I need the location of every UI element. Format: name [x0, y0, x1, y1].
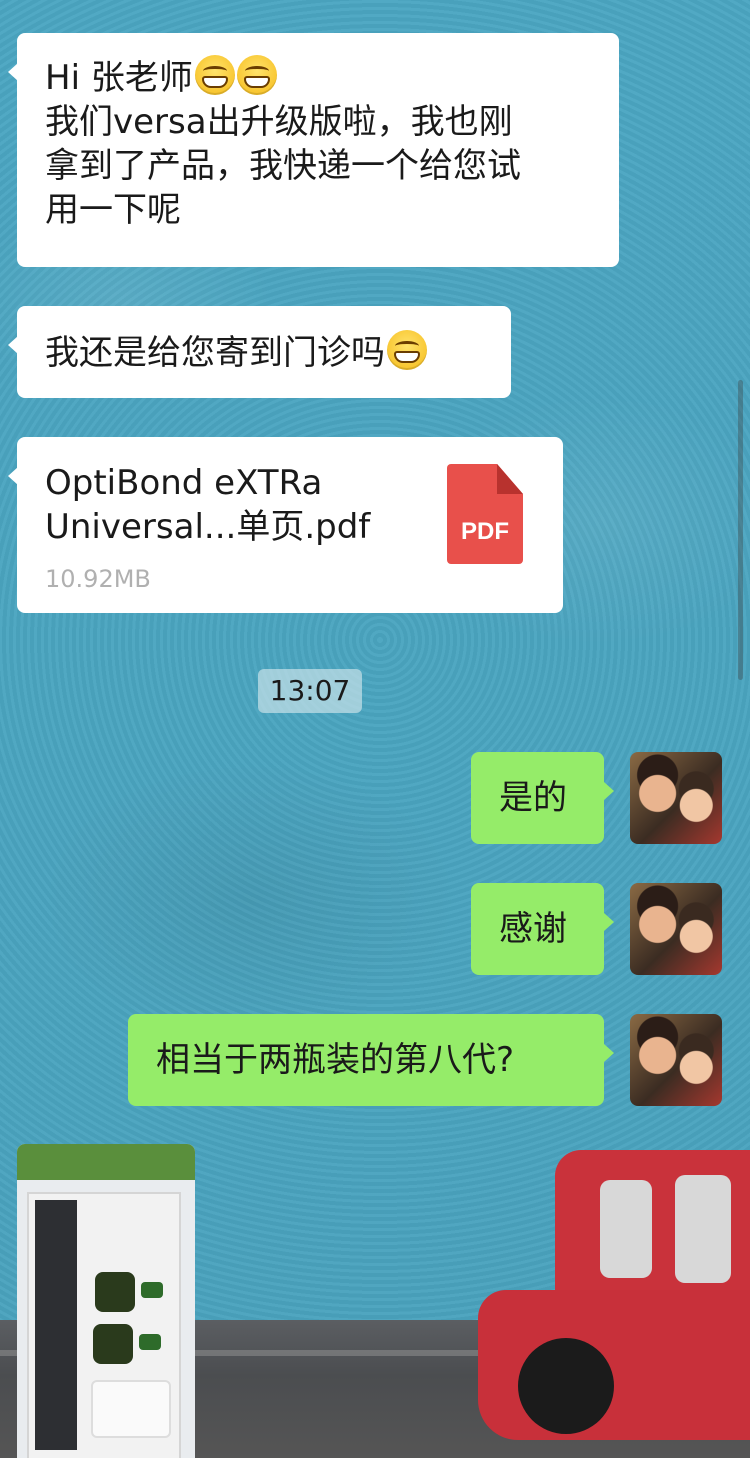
message-bubble-outgoing[interactable]: 相当于两瓶装的第八代?	[128, 1014, 614, 1106]
background-car-body	[478, 1290, 750, 1440]
photo-detail	[93, 1324, 133, 1364]
message-text-line: 拿到了产品，我快递一个给您试	[45, 146, 521, 186]
message-bubble-incoming[interactable]: Hi 张老师 我们versa出升级版啦，我也刚 拿到了产品，我快递一个给您试 用…	[8, 33, 619, 267]
message-bubble-outgoing[interactable]: 感谢	[471, 883, 614, 975]
image-message[interactable]	[17, 1144, 195, 1458]
photo-detail	[91, 1380, 171, 1438]
grin-emoji-icon	[387, 330, 427, 370]
photo-detail	[35, 1200, 77, 1450]
background-car-window	[675, 1175, 731, 1283]
message-bubble-incoming[interactable]: 我还是给您寄到门诊吗	[8, 306, 511, 398]
background-car-wheel	[518, 1338, 614, 1434]
photo-detail	[141, 1282, 163, 1298]
pdf-file-type-label: PDF	[461, 518, 509, 545]
message-text: 是的	[499, 778, 567, 818]
avatar[interactable]	[630, 1014, 722, 1106]
message-text-line: Hi 张老师	[45, 55, 591, 100]
background-car-window	[600, 1180, 652, 1278]
grin-emoji-icon	[194, 55, 235, 95]
message-bubble-outgoing[interactable]: 是的	[471, 752, 614, 844]
avatar[interactable]	[630, 752, 722, 844]
scrollbar[interactable]	[738, 380, 743, 680]
message-text: 相当于两瓶装的第八代?	[156, 1040, 515, 1080]
message-text-line: 我们versa出升级版啦，我也刚	[45, 102, 513, 142]
photo-detail	[95, 1272, 135, 1312]
photo-detail	[17, 1144, 195, 1180]
avatar[interactable]	[630, 883, 722, 975]
timestamp: 13:07	[258, 669, 362, 713]
message-text: 感谢	[499, 909, 567, 949]
file-message-bubble[interactable]: OptiBond eXTRa Universal...单页.pdf 10.92M…	[8, 437, 563, 613]
photo-detail	[139, 1334, 161, 1350]
grin-emoji-icon	[236, 55, 277, 95]
message-text: 我还是给您寄到门诊吗	[45, 333, 385, 373]
message-text-line: 用一下呢	[45, 190, 181, 230]
